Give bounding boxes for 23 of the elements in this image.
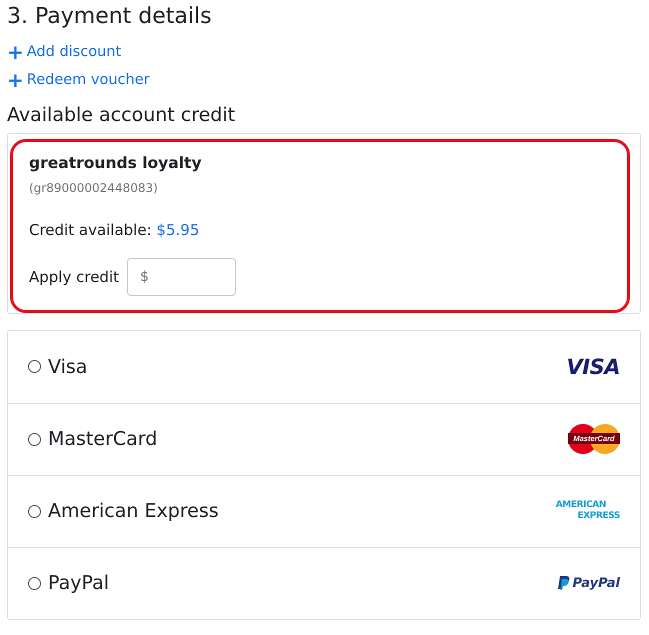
section-subheading: Available account credit xyxy=(7,104,236,128)
credit-label: Credit available: xyxy=(29,221,152,240)
account-id: (gr89000002448083) xyxy=(29,180,159,198)
payment-method-label: Visa xyxy=(48,354,88,380)
account-name: greatrounds loyalty xyxy=(29,153,203,174)
radio-button[interactable] xyxy=(28,360,41,374)
plus-icon: + xyxy=(7,70,24,90)
radio-button[interactable] xyxy=(28,432,41,446)
credit-input-field[interactable]: $ xyxy=(127,258,236,296)
action-link[interactable]: +Add discount xyxy=(7,38,122,66)
payment-method-label: MasterCard xyxy=(48,427,158,452)
payment-method-label: American Express xyxy=(48,499,219,524)
radio-button[interactable] xyxy=(28,576,41,590)
card-logo: VISA xyxy=(566,354,620,379)
apply-credit-label: Apply credit xyxy=(29,266,119,288)
payment-method-label: PayPal xyxy=(48,571,110,596)
card-logo: AMERICAN EXPRESS xyxy=(556,500,620,522)
credit-amount: $5.95 xyxy=(156,221,200,240)
card-logo: PayPal xyxy=(558,576,620,591)
plus-icon: + xyxy=(7,42,24,62)
radio-button[interactable] xyxy=(28,504,41,518)
action-link[interactable]: +Redeem voucher xyxy=(7,66,150,94)
section-heading: 3. Payment details xyxy=(7,4,213,30)
